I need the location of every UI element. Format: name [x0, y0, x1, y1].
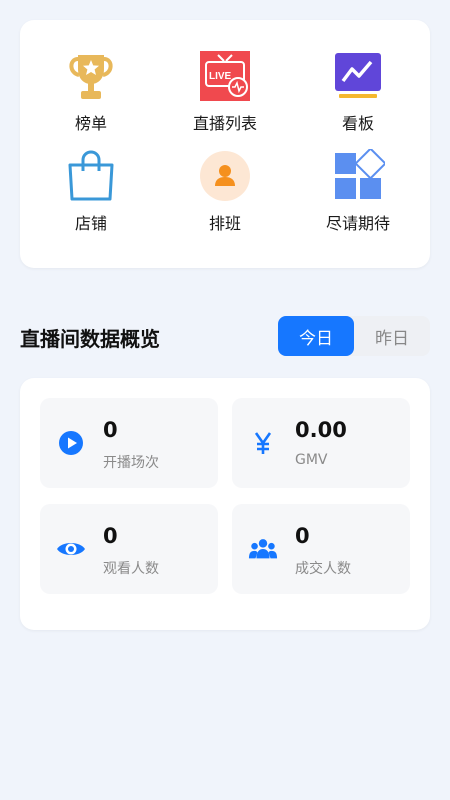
stat-viewers-value: 0 — [103, 524, 118, 548]
menu-item-schedule[interactable]: 排班 — [165, 148, 285, 238]
stat-buyers-value: 0 — [295, 524, 310, 548]
dashboard-chart-icon — [330, 48, 386, 104]
eye-icon — [56, 534, 86, 564]
stat-viewers-label: 观看人数 — [103, 561, 159, 577]
menu-item-live-list[interactable]: LIVE 直播列表 — [165, 48, 285, 138]
tab-yesterday[interactable]: 昨日 — [354, 316, 430, 356]
menu-item-coming-soon[interactable]: 尽请期待 — [298, 148, 418, 238]
overview-header: 直播间数据概览 今日 昨日 — [20, 316, 430, 356]
menu-item-ranking[interactable]: 榜单 — [31, 48, 151, 138]
play-circle-icon — [56, 428, 86, 458]
stat-sessions[interactable]: 0 开播场次 — [40, 398, 218, 488]
live-badge-text: LIVE — [209, 71, 232, 82]
menu-label-ranking: 榜单 — [74, 114, 107, 133]
yen-icon — [248, 428, 278, 458]
stat-gmv[interactable]: 0.00 GMV — [232, 398, 410, 488]
stat-buyers[interactable]: 0 成交人数 — [232, 504, 410, 594]
menu-item-shop[interactable]: 店铺 — [31, 148, 151, 238]
stat-gmv-label: GMV — [295, 452, 328, 468]
stat-sessions-value: 0 — [103, 418, 118, 442]
stat-sessions-label: 开播场次 — [103, 455, 159, 471]
overview-title: 直播间数据概览 — [20, 327, 160, 351]
menu-label-schedule: 排班 — [208, 214, 241, 233]
shopping-bag-icon — [63, 148, 119, 204]
menu-label-dashboard: 看板 — [341, 114, 374, 133]
stat-viewers[interactable]: 0 观看人数 — [40, 504, 218, 594]
menu-item-dashboard[interactable]: 看板 — [298, 48, 418, 138]
person-avatar-icon — [197, 148, 253, 204]
day-toggle: 今日 昨日 — [278, 316, 430, 356]
menu-label-coming-soon: 尽请期待 — [325, 214, 390, 233]
group-icon — [248, 534, 278, 564]
trophy-icon — [63, 48, 119, 104]
stat-gmv-value: 0.00 — [295, 418, 347, 442]
shortcut-menu-card: 榜单 LIVE 直播列表 看板 店铺 排班 尽请期待 — [20, 20, 430, 268]
tab-today[interactable]: 今日 — [278, 316, 354, 356]
menu-label-live-list: 直播列表 — [192, 114, 257, 133]
stats-card: 0 开播场次 0.00 GMV 0 观看人数 0 成交人数 — [20, 378, 430, 630]
live-tv-icon: LIVE — [197, 48, 253, 104]
more-apps-icon — [330, 148, 386, 204]
menu-label-shop: 店铺 — [74, 214, 107, 233]
stat-buyers-label: 成交人数 — [295, 561, 351, 577]
